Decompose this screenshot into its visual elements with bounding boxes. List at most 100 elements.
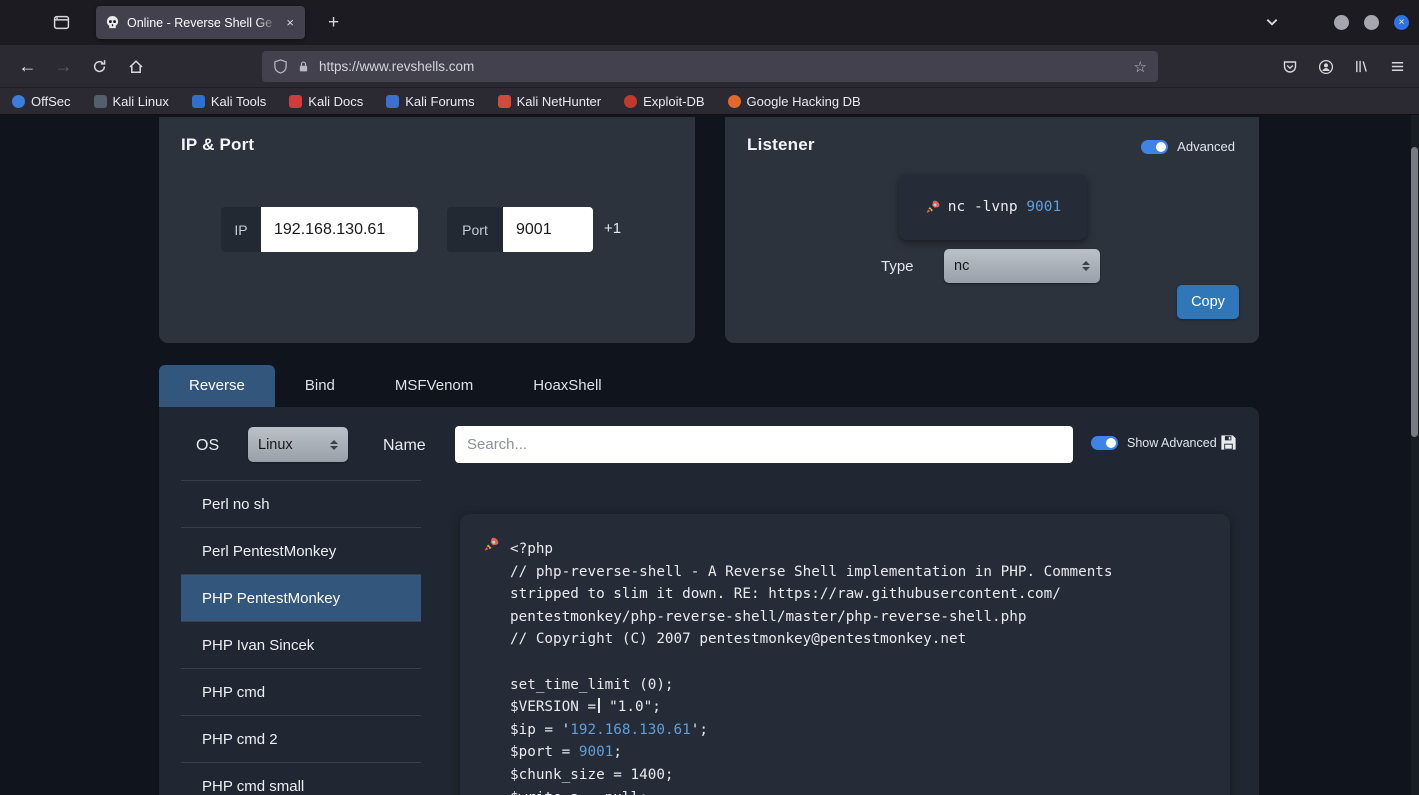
shell-list-item[interactable]: Perl PentestMonkey [181, 528, 421, 575]
copy-button[interactable]: Copy [1177, 285, 1239, 319]
browser-tab[interactable]: Online - Reverse Shell Ge × [96, 6, 305, 39]
bookmark-kali-docs[interactable]: Kali Docs [289, 94, 363, 109]
exploit-db-icon [624, 94, 638, 108]
shell-list-item[interactable]: PHP cmd 2 [181, 716, 421, 763]
tab-close-icon[interactable]: × [284, 16, 296, 29]
rocket-icon [483, 536, 500, 553]
account-button[interactable] [1312, 53, 1339, 80]
port-field-group: Port [447, 207, 593, 252]
code-line: $port = 9001; [510, 741, 1214, 764]
shell-tabs: Reverse Bind MSFVenom HoaxShell [159, 365, 632, 407]
offsec-icon [12, 94, 25, 108]
window-maximize-button[interactable] [1364, 15, 1379, 30]
navigation-toolbar: ← → https://www.revshells.com ☆ [0, 45, 1419, 88]
kali-tools-icon [191, 94, 205, 108]
bookmark-google-hacking-db[interactable]: Google Hacking DB [727, 94, 861, 109]
save-presets-button[interactable] [1219, 433, 1238, 452]
library-button[interactable] [1348, 53, 1375, 80]
bookmark-label: Kali Linux [112, 93, 169, 109]
code-block[interactable]: <?php // php-reverse-shell - A Reverse Sh… [510, 538, 1214, 795]
type-label: Type [881, 258, 914, 275]
code-text: stripped to slim it down. RE: https://ra… [510, 586, 1061, 603]
kali-forums-icon [386, 94, 400, 108]
ghdb-icon [727, 94, 741, 108]
tab-favicon-skull-icon [105, 15, 120, 30]
back-button[interactable]: ← [14, 53, 41, 80]
bookmark-kali-forums[interactable]: Kali Forums [386, 94, 475, 109]
menu-button[interactable] [1384, 53, 1411, 80]
os-select[interactable]: Linux [248, 427, 348, 462]
reload-button[interactable] [86, 53, 113, 80]
shell-list-item[interactable]: PHP cmd [181, 669, 421, 716]
pocket-button[interactable] [1276, 53, 1303, 80]
pocket-icon [1283, 60, 1296, 73]
tab-bind[interactable]: Bind [275, 365, 365, 407]
show-advanced-toggle[interactable] [1091, 436, 1118, 450]
bookmark-kali-linux[interactable]: Kali Linux [93, 93, 169, 109]
shell-list-item[interactable]: PHP cmd small [181, 763, 421, 795]
forward-button[interactable]: → [50, 53, 77, 80]
account-icon [1318, 59, 1333, 74]
listener-title: Listener [747, 135, 815, 154]
bookmark-kali-nethunter[interactable]: Kali NetHunter [497, 94, 601, 109]
code-text: "1.0"; [600, 699, 661, 716]
padlock-icon[interactable] [297, 60, 310, 73]
library-icon [1356, 60, 1367, 73]
list-all-tabs-chevron-icon[interactable] [1265, 15, 1281, 31]
listener-type-select[interactable]: nc [944, 249, 1100, 283]
shell-list: Perl no sh Perl PentestMonkey PHP PentestM… [181, 480, 421, 795]
bookmark-kali-tools[interactable]: Kali Tools [191, 93, 267, 109]
advanced-toggle-group: Advanced [1141, 139, 1235, 154]
bookmark-exploit-db[interactable]: Exploit-DB [624, 94, 705, 109]
listener-command-text: nc -lvnp 9001 [948, 199, 1062, 215]
code-line: // php-reverse-shell - A Reverse Shell i… [510, 561, 1214, 584]
os-value: Linux [258, 436, 293, 453]
search-input[interactable] [455, 426, 1073, 463]
advanced-toggle[interactable] [1141, 139, 1169, 154]
url-text[interactable]: https://www.revshells.com [319, 59, 474, 74]
shell-list-item[interactable]: PHP PentestMonkey [181, 575, 421, 622]
shell-list-item[interactable]: Perl no sh [181, 481, 421, 528]
ip-input[interactable] [261, 207, 418, 252]
bookmark-offsec[interactable]: OffSec [12, 94, 71, 109]
code-line: set_time_limit (0); [510, 674, 1214, 697]
firefox-view-button[interactable] [52, 13, 71, 32]
scrollbar-thumb[interactable] [1411, 147, 1418, 437]
code-highlight-value: 192.168.130.61 [570, 721, 691, 738]
tab-hoaxshell[interactable]: HoaxShell [503, 365, 631, 407]
kali-docs-icon [289, 94, 303, 108]
code-line: stripped to slim it down. RE: https://ra… [510, 583, 1214, 606]
listener-card: Listener Advanced nc -lvnp 9001 Type nc … [725, 117, 1259, 343]
rocket-icon [925, 199, 941, 215]
code-text: ; [613, 744, 622, 761]
bookmark-label: Kali Docs [308, 93, 364, 109]
tab-msfvenom[interactable]: MSFVenom [365, 365, 503, 407]
code-text: <?php [510, 541, 554, 557]
code-highlight-value: 9001 [1026, 199, 1062, 215]
firefox-view-icon [53, 15, 70, 30]
code-line: <?php [510, 538, 1214, 561]
toggle-knob [1106, 438, 1116, 448]
increment-port-button[interactable]: +1 [596, 216, 629, 241]
show-advanced-group: Show Advanced [1091, 436, 1217, 450]
bookmark-label: Kali Tools [210, 93, 267, 109]
new-tab-button[interactable]: + [320, 9, 347, 36]
select-arrows-icon [330, 439, 338, 450]
code-line: // Copyright (C) 2007 pentestmonkey@pent… [510, 628, 1214, 651]
bookmark-star-icon[interactable]: ☆ [1134, 58, 1147, 76]
tab-reverse[interactable]: Reverse [159, 365, 275, 407]
listener-type-value: nc [954, 258, 970, 274]
window-close-button[interactable]: × [1394, 15, 1409, 30]
code-text: set_time_limit (0); [510, 676, 674, 693]
text-cursor [598, 698, 600, 714]
home-button[interactable] [122, 53, 149, 80]
ip-field-group: IP [221, 207, 418, 252]
window-minimize-button[interactable] [1334, 15, 1349, 30]
advanced-label: Advanced [1177, 139, 1235, 154]
port-input[interactable] [503, 207, 593, 252]
bookmarks-toolbar: OffSec Kali Linux Kali Tools Kali Docs Kali … [0, 88, 1419, 115]
shell-list-item[interactable]: PHP Ivan Sincek [181, 622, 421, 669]
url-bar[interactable]: https://www.revshells.com ☆ [262, 51, 1158, 82]
tracking-protection-shield-icon[interactable] [273, 59, 288, 74]
